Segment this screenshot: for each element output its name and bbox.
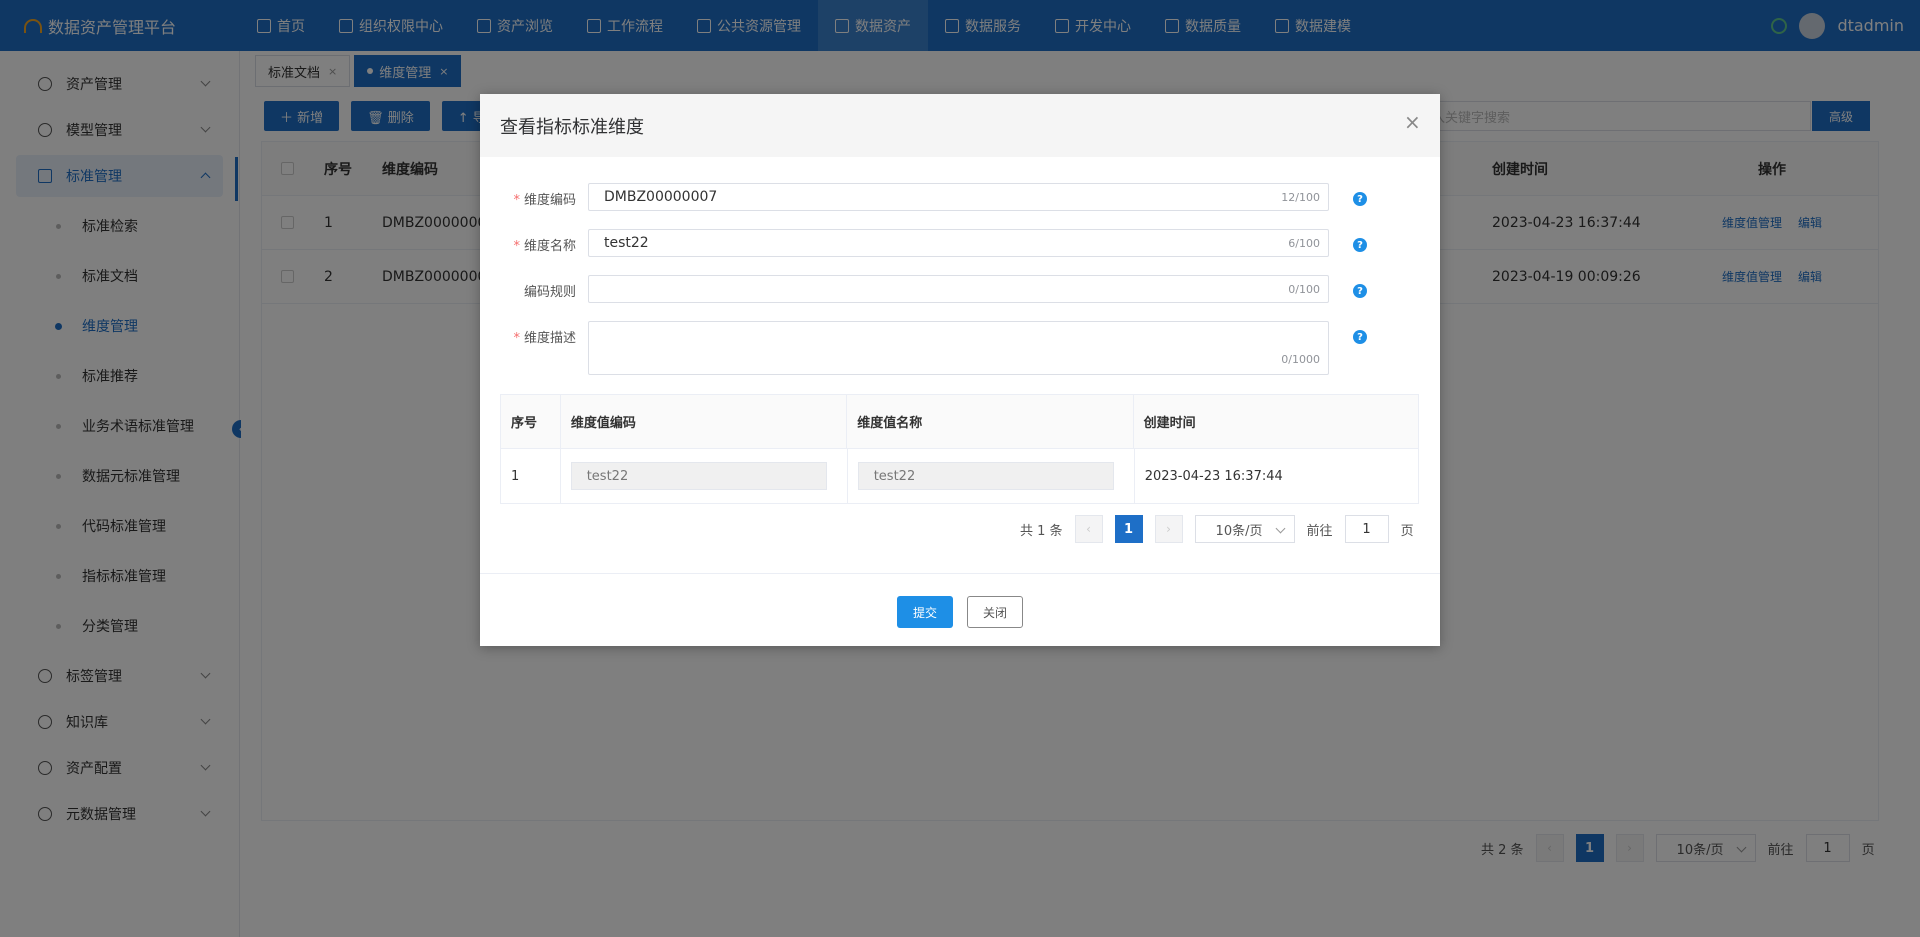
char-counter: 6/100 (1288, 237, 1320, 250)
table-header: 序号 维度值编码 维度值名称 创建时间 (501, 395, 1418, 449)
view-dimension-dialog: 查看指标标准维度 × * 维度编码 DMBZ00000007 12/100 ? * 维… (480, 94, 1440, 646)
form-row-code-rule: 编码规则 0/100 ? (480, 275, 1367, 303)
form-row-dimension-desc: * 维度描述 0/1000 ? (480, 321, 1367, 375)
code-rule-input[interactable]: 0/100 (588, 275, 1329, 303)
row-created-time: 2023-04-23 16:37:44 (1144, 468, 1283, 484)
total-count: 共 1 条 (1020, 523, 1063, 539)
row-idx: 1 (501, 449, 561, 503)
header-created-time: 创建时间 (1143, 416, 1196, 431)
header-idx: 序号 (501, 395, 561, 448)
dialog-footer: 提交 关闭 (480, 596, 1440, 628)
dimension-value-table: 序号 维度值编码 维度值名称 创建时间 1 test22 test22 2023… (500, 394, 1419, 504)
prev-page-icon[interactable]: ‹ (1074, 515, 1103, 543)
divider (480, 573, 1440, 574)
header-value-name: 维度值名称 (847, 395, 1134, 448)
page-number-button[interactable]: 1 (1114, 515, 1143, 543)
form-row-dimension-name: * 维度名称 test22 6/100 ? (480, 229, 1367, 257)
char-counter: 0/100 (1288, 283, 1320, 296)
required-mark: * (513, 331, 520, 346)
goto-label: 前往 (1306, 523, 1333, 539)
dialog-pagination: 共 1 条 ‹ 1 › 10条/页 前往 1 页 (1020, 515, 1414, 543)
dimension-desc-textarea[interactable]: 0/1000 (588, 321, 1329, 375)
help-icon[interactable]: ? (1353, 330, 1367, 344)
next-page-icon[interactable]: › (1154, 515, 1183, 543)
dialog-header: 查看指标标准维度 × (480, 94, 1440, 157)
close-icon[interactable]: × (1404, 112, 1421, 132)
close-button[interactable]: 关闭 (967, 596, 1023, 628)
char-counter: 12/100 (1281, 191, 1320, 204)
value-name-field: test22 (857, 462, 1114, 490)
required-mark: * (513, 193, 520, 208)
table-row: 1 test22 test22 2023-04-23 16:37:44 (501, 449, 1418, 503)
help-icon[interactable]: ? (1353, 238, 1367, 252)
header-value-code: 维度值编码 (561, 395, 848, 448)
form-row-dimension-code: * 维度编码 DMBZ00000007 12/100 ? (480, 183, 1367, 211)
required-mark: * (513, 239, 520, 254)
dialog-title: 查看指标标准维度 (500, 116, 644, 138)
help-icon[interactable]: ? (1353, 192, 1367, 206)
help-icon[interactable]: ? (1353, 284, 1367, 298)
value-code-field: test22 (570, 462, 827, 490)
submit-button[interactable]: 提交 (897, 596, 953, 628)
dimension-name-input[interactable]: test22 6/100 (588, 229, 1329, 257)
dimension-code-input[interactable]: DMBZ00000007 12/100 (588, 183, 1329, 211)
char-counter: 0/1000 (1281, 353, 1320, 366)
page-unit-label: 页 (1400, 523, 1414, 539)
page-size-select[interactable]: 10条/页 (1194, 515, 1295, 543)
goto-page-input[interactable]: 1 (1344, 515, 1389, 543)
